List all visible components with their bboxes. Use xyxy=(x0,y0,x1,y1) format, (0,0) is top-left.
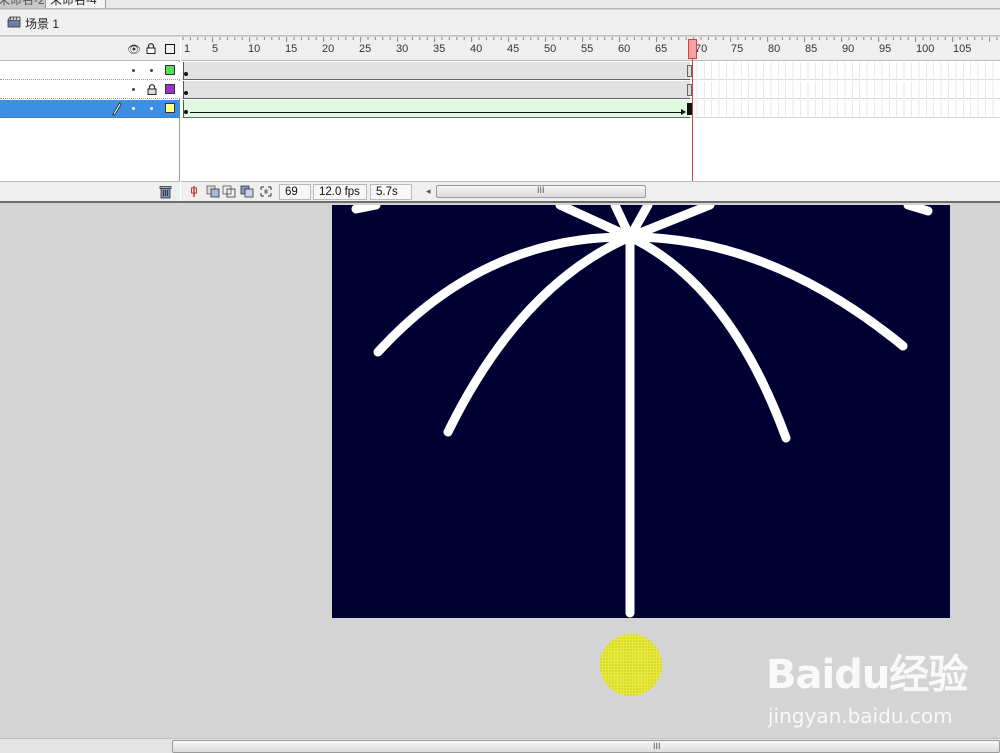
scrollbar-grip: III xyxy=(537,185,545,195)
ruler-label: 50 xyxy=(544,43,557,55)
modify-markers-icon[interactable] xyxy=(259,185,273,198)
timeline-panel: 👁 1 5 10 15 20 25 30 35 40 45 50 55 60 6… xyxy=(0,37,1000,203)
visibility-dot[interactable] xyxy=(132,88,135,91)
ruler-label: 75 xyxy=(731,43,744,55)
keyframe[interactable] xyxy=(184,91,188,95)
onion-skin-outlines-icon[interactable] xyxy=(222,185,236,198)
frame-rate-field[interactable]: 12.0 fps xyxy=(313,184,367,200)
ruler-label: 5 xyxy=(212,43,219,55)
layer-row[interactable] xyxy=(0,62,180,80)
frame-ruler[interactable]: 1 5 10 15 20 25 30 35 40 45 50 55 60 65 … xyxy=(181,37,1000,61)
watermark-brand: Baidu经验 xyxy=(766,652,968,698)
scrollbar-thumb[interactable]: III xyxy=(172,740,1000,753)
ruler-label: 105 xyxy=(953,43,972,55)
empty-frames[interactable] xyxy=(690,62,1000,80)
scroll-left-icon[interactable]: ◂ xyxy=(426,186,431,197)
keyframe[interactable] xyxy=(184,110,188,114)
ruler-label: 60 xyxy=(618,43,631,55)
frame-row[interactable] xyxy=(181,100,1000,118)
layer-row-selected[interactable] xyxy=(0,100,180,118)
ruler-label: 90 xyxy=(842,43,855,55)
ruler-label: 100 xyxy=(916,43,935,55)
ruler-label: 30 xyxy=(396,43,409,55)
layer-color-swatch[interactable] xyxy=(165,65,175,75)
doc-tab-untitled-2[interactable]: 未命名-2 xyxy=(0,0,46,8)
watermark: Baidu经验 jingyan.baidu.com xyxy=(766,642,996,732)
scene-bar: 场景 1 xyxy=(0,10,1000,36)
outline-icon[interactable] xyxy=(165,44,175,54)
ruler-label: 80 xyxy=(768,43,781,55)
frames-area[interactable]: 1 5 10 15 20 25 30 35 40 45 50 55 60 65 … xyxy=(181,37,1000,181)
lock-dot[interactable] xyxy=(150,107,153,110)
timeline-scrollbar[interactable]: III xyxy=(436,185,646,198)
watermark-url: jingyan.baidu.com xyxy=(768,704,953,728)
ruler-label: 55 xyxy=(581,43,594,55)
timeline-footer: 69 12.0 fps 5.7s ◂ III xyxy=(181,181,1000,201)
ruler-label: 40 xyxy=(470,43,483,55)
current-frame-field[interactable]: 69 xyxy=(279,184,311,200)
frame-row[interactable] xyxy=(181,81,1000,99)
clapper-icon xyxy=(7,16,21,28)
ruler-label: 15 xyxy=(285,43,298,55)
ruler-label: 35 xyxy=(433,43,446,55)
tween-arrow xyxy=(190,109,686,115)
empty-frames[interactable] xyxy=(690,100,1000,118)
lock-dot[interactable] xyxy=(150,69,153,72)
pencil-icon xyxy=(112,102,122,116)
ruler-label: 95 xyxy=(879,43,892,55)
doc-tab-untitled-4[interactable]: 未命名-4 xyxy=(46,0,106,8)
layers-footer xyxy=(0,181,180,201)
layer-row[interactable] xyxy=(0,81,180,99)
layer-color-swatch[interactable] xyxy=(165,84,175,94)
lock-icon[interactable] xyxy=(147,84,157,95)
layers-header: 👁 xyxy=(0,37,180,61)
ruler-label: 85 xyxy=(805,43,818,55)
frame-row[interactable] xyxy=(181,62,1000,80)
visibility-dot[interactable] xyxy=(132,69,135,72)
empty-frames[interactable] xyxy=(690,81,1000,99)
stage-background xyxy=(332,205,950,618)
eye-icon[interactable]: 👁 xyxy=(127,43,141,56)
document-tabs: 未命名-2 未命名-4 xyxy=(0,0,1000,9)
ruler-label: 20 xyxy=(322,43,335,55)
frame-span[interactable] xyxy=(183,62,690,80)
onion-skin-icon[interactable] xyxy=(206,185,220,198)
ruler-label: 25 xyxy=(359,43,372,55)
ruler-label: 10 xyxy=(248,43,261,55)
layers-column: 👁 xyxy=(0,37,180,201)
layer-color-swatch[interactable] xyxy=(165,103,175,113)
stage-horizontal-scrollbar[interactable]: III xyxy=(0,738,1000,753)
edit-multiple-frames-icon[interactable] xyxy=(240,185,254,198)
center-frame-icon[interactable] xyxy=(187,185,201,198)
lock-icon[interactable] xyxy=(146,43,156,54)
scene-name[interactable]: 场景 1 xyxy=(25,15,59,32)
motion-tween-span[interactable] xyxy=(183,100,690,118)
yellow-ball[interactable] xyxy=(600,634,662,696)
scrollbar-grip: III xyxy=(653,741,661,751)
elapsed-time-field[interactable]: 5.7s xyxy=(370,184,412,200)
flash-editor-window: 未命名-2 未命名-4 场景 1 👁 1 5 10 15 20 25 30 35… xyxy=(0,0,1000,753)
keyframe[interactable] xyxy=(184,72,188,76)
frame-span[interactable] xyxy=(183,81,690,99)
ruler-label: 65 xyxy=(655,43,668,55)
playhead[interactable] xyxy=(688,39,697,59)
visibility-dot[interactable] xyxy=(132,107,135,110)
ruler-label: 45 xyxy=(507,43,520,55)
trash-icon[interactable] xyxy=(159,185,172,199)
playhead-line xyxy=(692,59,693,181)
ruler-label: 1 xyxy=(184,43,191,55)
